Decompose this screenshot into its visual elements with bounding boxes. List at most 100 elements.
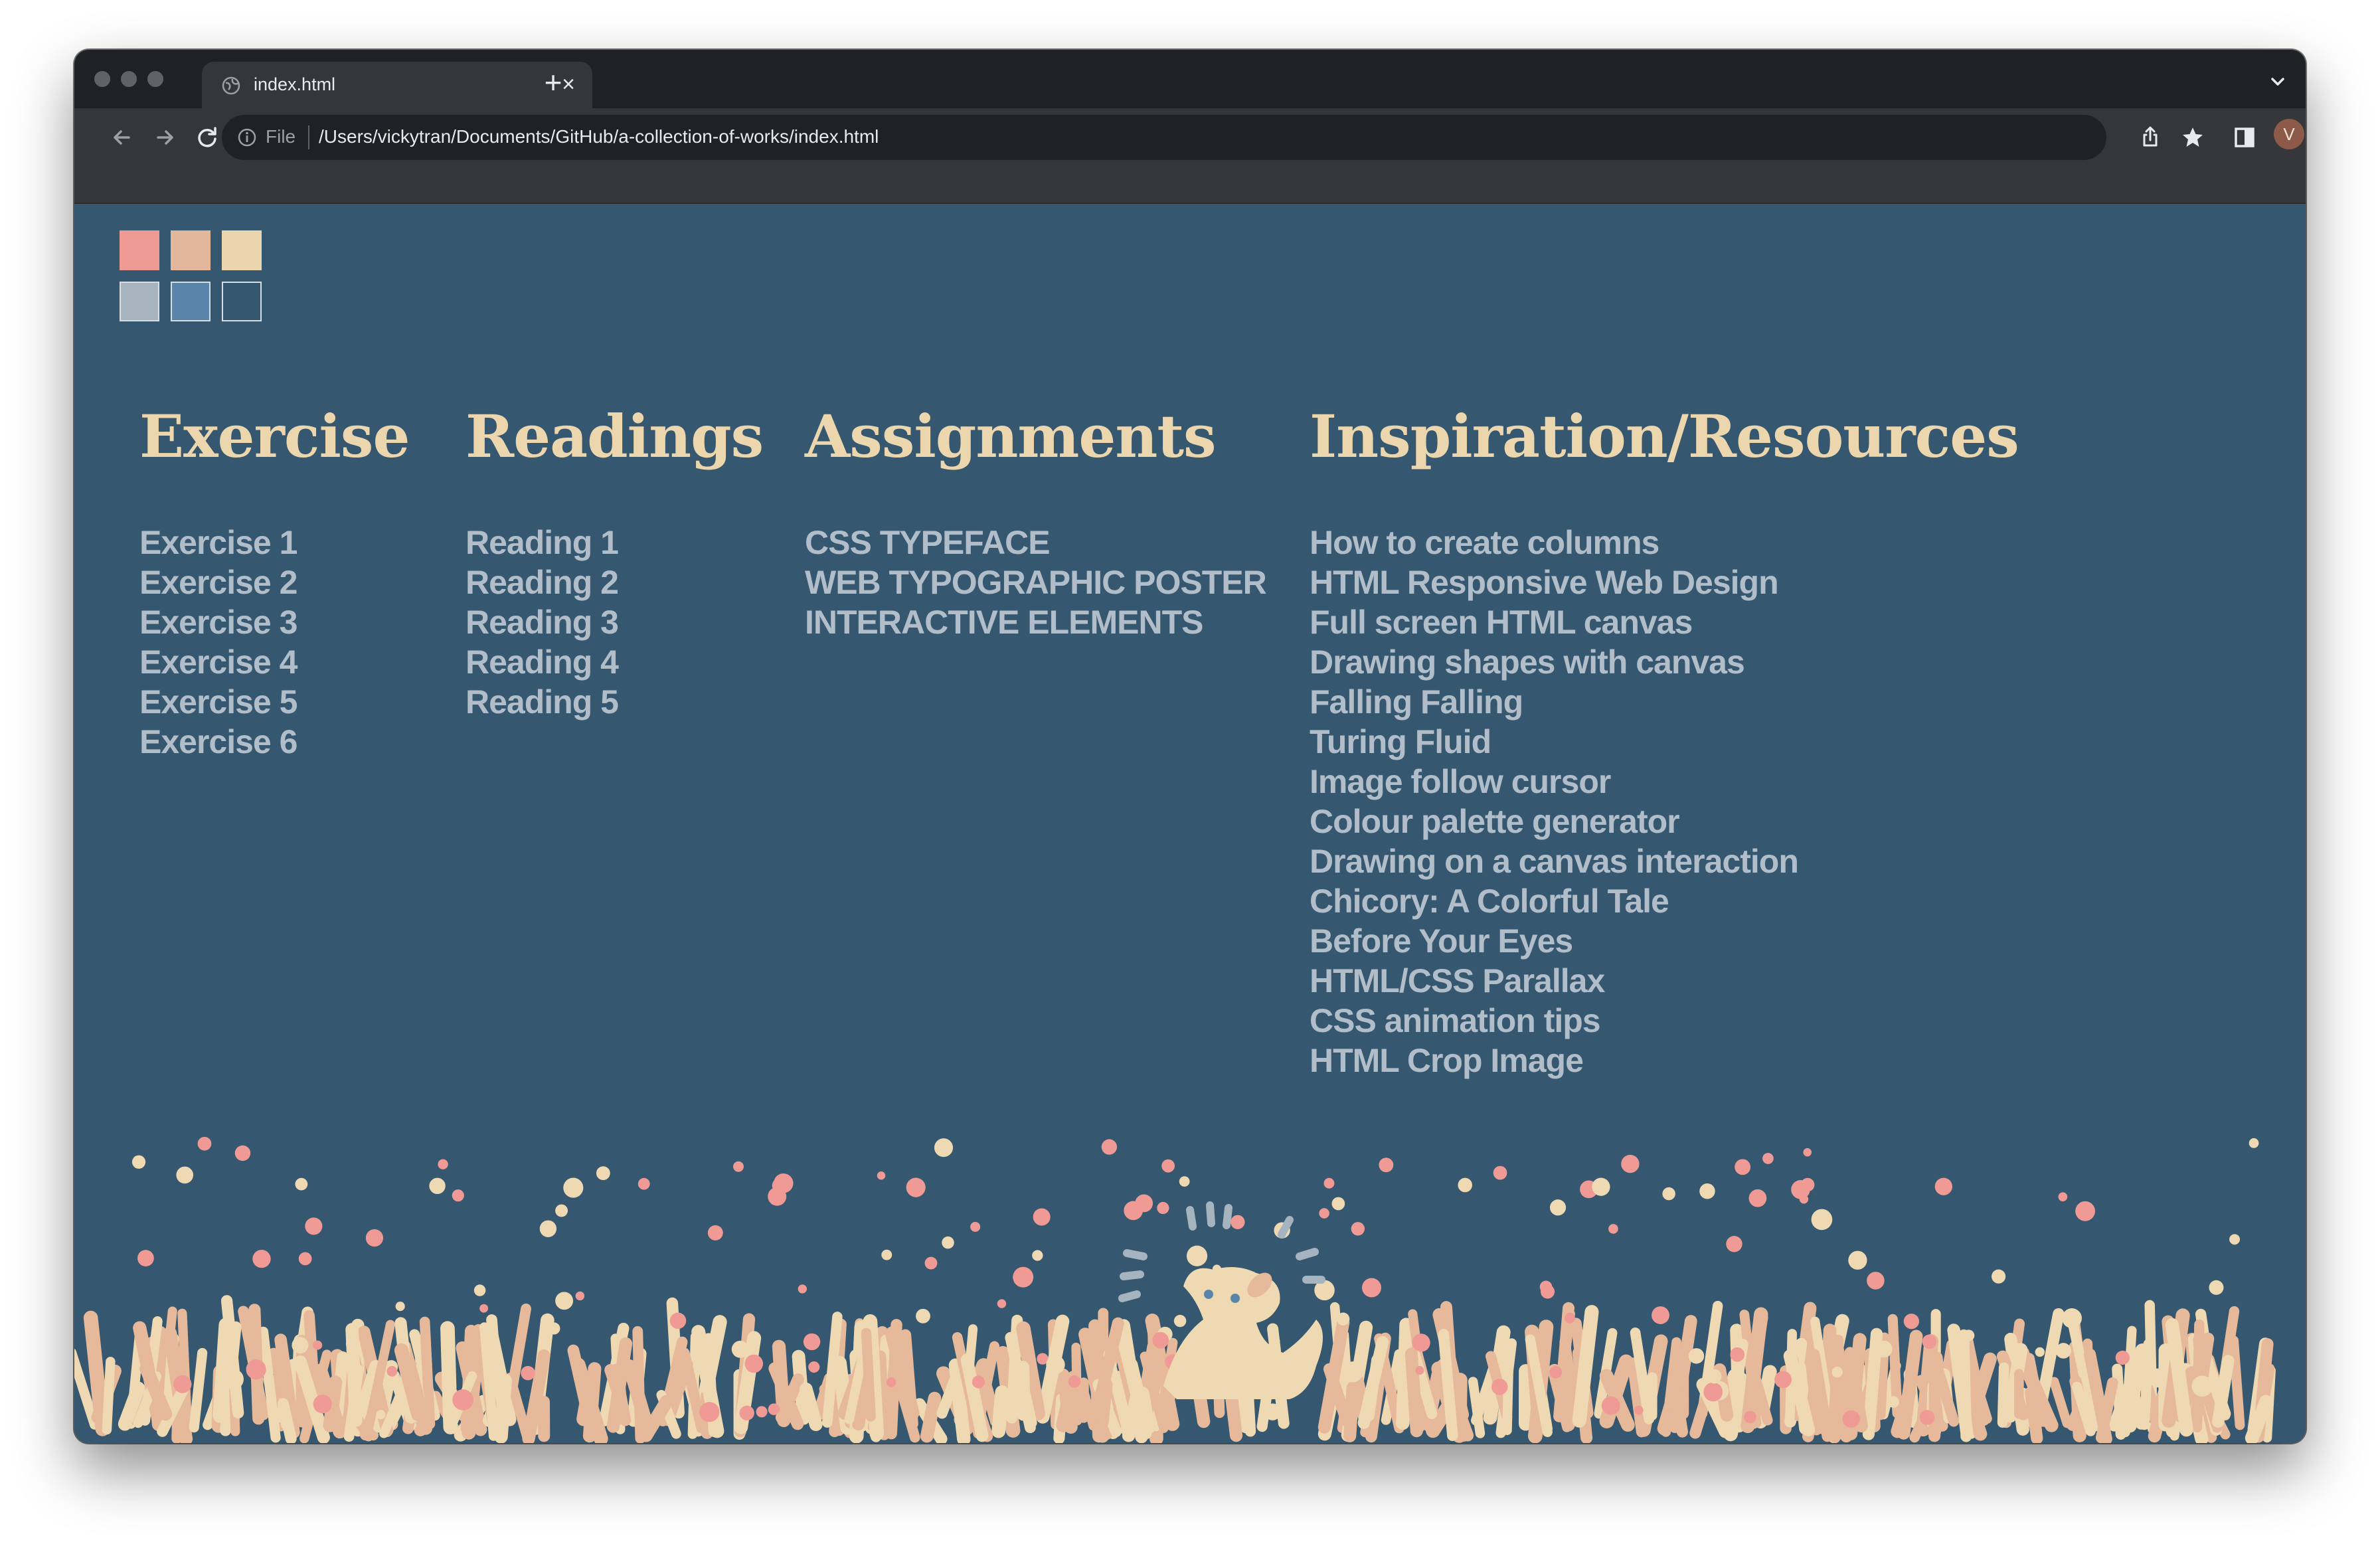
flower-dot — [2075, 1201, 2095, 1221]
flower-dot — [563, 1177, 584, 1198]
flower-dot — [1032, 1250, 1043, 1261]
list-item[interactable]: How to create columns — [1310, 523, 2019, 562]
flower-dot — [305, 1217, 323, 1235]
flower-dot — [1186, 1245, 1208, 1266]
browser-toolbar: File /Users/vickytran/Documents/GitHub/a… — [74, 108, 2306, 204]
close-window-dot[interactable] — [94, 71, 110, 87]
swatch-blue[interactable] — [171, 282, 211, 321]
readings-list: Reading 1 Reading 2 Reading 3 Reading 4 … — [466, 523, 763, 722]
flower-dot — [429, 1177, 446, 1195]
tab-list-chevron-icon[interactable] — [2264, 68, 2291, 95]
flower-dot — [1157, 1201, 1169, 1215]
swatch-cream[interactable] — [222, 230, 262, 270]
flower-dot — [1762, 1153, 1774, 1164]
list-item[interactable]: Exercise 1 — [139, 523, 409, 562]
grass-blade — [1396, 1318, 1413, 1430]
grass-blade — [258, 1326, 281, 1443]
grass-blade — [177, 1308, 192, 1426]
swatch-coral[interactable] — [120, 230, 159, 270]
zoom-window-dot[interactable] — [147, 71, 163, 87]
grass-blade — [1502, 1355, 1514, 1435]
url-text[interactable]: /Users/vickytran/Documents/GitHub/a-coll… — [319, 126, 879, 147]
list-item[interactable]: CSS TYPEFACE — [805, 523, 1266, 562]
flower-dot — [1549, 1199, 1567, 1216]
flower-dot — [452, 1389, 473, 1411]
flower-dot — [808, 1361, 820, 1373]
avatar[interactable]: V — [2274, 119, 2304, 149]
assignments-heading: Assignments — [805, 402, 1217, 471]
flower-dot — [1101, 1139, 1118, 1155]
flower-dot — [1903, 1314, 1919, 1329]
list-item[interactable]: Before Your Eyes — [1310, 921, 2019, 961]
list-item[interactable]: Image follow cursor — [1310, 762, 2019, 802]
grass-blade — [345, 1323, 363, 1427]
grass-blade — [861, 1328, 876, 1422]
list-item[interactable]: Reading 5 — [466, 682, 763, 722]
list-item[interactable]: Reading 3 — [466, 602, 763, 642]
address-bar[interactable]: File /Users/vickytran/Documents/GitHub/a… — [222, 115, 2106, 160]
readings-column: Readings Reading 1 Reading 2 Reading 3 R… — [466, 403, 764, 722]
list-item[interactable]: Exercise 2 — [139, 562, 409, 602]
resources-list: How to create columns HTML Responsive We… — [1310, 523, 2019, 1080]
list-item[interactable]: INTERACTIVE ELEMENTS — [805, 602, 1266, 642]
list-item[interactable]: CSS animation tips — [1310, 1001, 2019, 1041]
list-item[interactable]: HTML Crop Image — [1310, 1041, 2019, 1080]
list-item[interactable]: Exercise 6 — [139, 722, 409, 762]
flower-dot — [1811, 1209, 1833, 1231]
flower-dot — [1652, 1306, 1669, 1324]
new-tab-button[interactable]: + — [533, 62, 574, 103]
list-item[interactable]: Chicory: A Colorful Tale — [1310, 881, 2019, 921]
flower-dot — [252, 1249, 271, 1268]
bookmark-star-icon[interactable] — [2174, 119, 2211, 156]
flower-dot — [548, 1322, 560, 1335]
list-item[interactable]: Exercise 3 — [139, 602, 409, 642]
minimize-window-dot[interactable] — [121, 71, 137, 87]
flower-dot — [176, 1166, 194, 1184]
list-item[interactable]: Drawing shapes with canvas — [1310, 642, 2019, 682]
forward-icon[interactable] — [146, 119, 183, 156]
list-item[interactable]: Exercise 4 — [139, 642, 409, 682]
flower-dot — [877, 1171, 886, 1180]
share-icon[interactable] — [2132, 119, 2169, 156]
list-item[interactable]: Reading 1 — [466, 523, 763, 562]
list-item[interactable]: Turing Fluid — [1310, 722, 2019, 762]
flower-dot — [1068, 1375, 1081, 1388]
swatch-navy[interactable] — [222, 282, 262, 321]
side-panel-icon[interactable] — [2226, 119, 2263, 156]
list-item[interactable]: Reading 4 — [466, 642, 763, 682]
flower-dot — [1046, 1355, 1065, 1375]
list-item[interactable]: Drawing on a canvas interaction — [1310, 841, 2019, 881]
flower-dot — [1662, 1187, 1675, 1201]
list-item[interactable]: HTML/CSS Parallax — [1310, 961, 2019, 1001]
info-icon[interactable] — [236, 127, 258, 148]
reload-icon[interactable] — [189, 119, 226, 156]
flower-dot — [669, 1312, 687, 1329]
list-item[interactable]: Full screen HTML canvas — [1310, 602, 2019, 642]
flower-dot — [934, 1138, 954, 1157]
grass-blade — [277, 1398, 297, 1443]
flower-dot — [313, 1340, 323, 1350]
swatch-peach[interactable] — [171, 230, 211, 270]
flower-dot — [1361, 1278, 1381, 1298]
flower-dot — [1867, 1272, 1885, 1290]
list-item[interactable]: WEB TYPOGRAPHIC POSTER — [805, 562, 1267, 602]
flower-dot — [173, 1375, 192, 1393]
list-item[interactable]: Colour palette generator — [1310, 802, 2019, 841]
swatch-grey[interactable] — [120, 282, 159, 321]
flower-dot — [1491, 1379, 1508, 1395]
flower-dot — [1919, 1410, 1935, 1425]
back-icon[interactable] — [104, 119, 141, 156]
flower-dot — [1703, 1382, 1723, 1402]
flower-dot — [1231, 1215, 1245, 1229]
list-item[interactable]: Falling Falling — [1310, 682, 2019, 722]
flower-dot — [798, 1284, 807, 1294]
list-item[interactable]: Reading 2 — [466, 562, 763, 602]
flower-dot — [1875, 1340, 1893, 1358]
flower-dot — [1179, 1176, 1190, 1187]
flower-dot — [197, 1136, 212, 1151]
flower-dot — [1842, 1410, 1860, 1428]
flower-dot — [942, 1236, 954, 1249]
flower-dot — [2218, 1373, 2231, 1387]
list-item[interactable]: Exercise 5 — [139, 682, 409, 722]
list-item[interactable]: HTML Responsive Web Design — [1310, 562, 2019, 602]
